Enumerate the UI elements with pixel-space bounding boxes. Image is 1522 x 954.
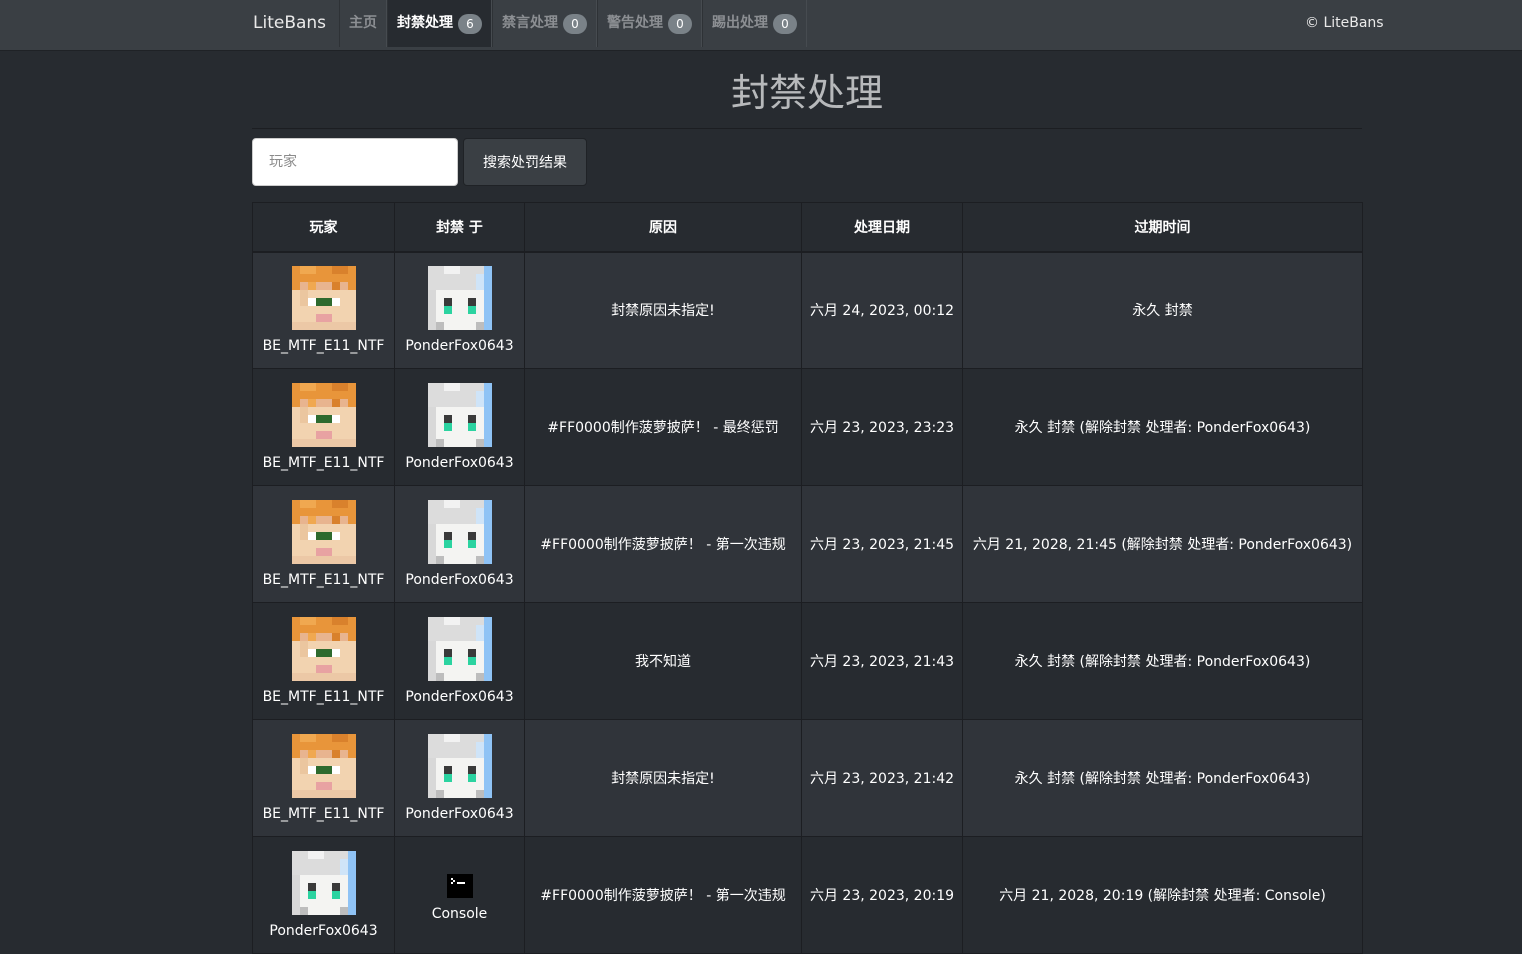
copyright-text: © LiteBans (1305, 15, 1384, 31)
orange-hair-skin-icon (291, 500, 356, 564)
nav-item-label: 封禁处理 (397, 15, 453, 31)
banned-by-cell[interactable]: PonderFox0643 (394, 719, 525, 837)
expires-cell: 永久 封禁 (解除封禁 处理者: PonderFox0643) (962, 602, 1363, 720)
expires-cell: 永久 封禁 (解除封禁 处理者: PonderFox0643) (962, 368, 1363, 486)
reason-cell: 封禁原因未指定! (524, 251, 802, 369)
column-header-banned-by: 封禁 于 (394, 202, 525, 253)
player-name: BE_MTF_E11_NTF (262, 455, 385, 471)
reason-cell: #FF0000制作菠萝披萨！ - 第一次违规 (524, 485, 802, 603)
nav-item-label: 警告处理 (607, 15, 663, 31)
count-badge: 0 (563, 13, 587, 34)
top-navbar: LiteBans 主页 封禁处理 6 禁言处理 0 警告处理 0 踢出处理 0 … (0, 0, 1522, 51)
orange-hair-skin-icon (291, 383, 356, 447)
column-header-player: 玩家 (252, 202, 395, 253)
table-row[interactable]: BE_MTF_E11_NTF PonderFox0643 #FF0000制作菠萝披… (252, 485, 1363, 603)
player-search-input[interactable] (252, 138, 458, 186)
banned-by-cell[interactable]: PonderFox0643 (394, 368, 525, 486)
table-row[interactable]: BE_MTF_E11_NTF PonderFox0643 #FF0000制作菠萝披… (252, 368, 1363, 486)
table-row[interactable]: BE_MTF_E11_NTF PonderFox0643 我不知道 六月 23, 2… (252, 602, 1363, 720)
player-cell[interactable]: BE_MTF_E11_NTF (252, 251, 395, 369)
reason-cell: #FF0000制作菠萝披萨！ - 最终惩罚 (524, 368, 802, 486)
player-cell[interactable]: PonderFox0643 (252, 836, 395, 954)
table-row[interactable]: BE_MTF_E11_NTF PonderFox0643 封禁原因未指定! 六月 2… (252, 251, 1363, 369)
nav-item-kicks[interactable]: 踢出处理 0 (702, 0, 807, 47)
player-name: BE_MTF_E11_NTF (262, 806, 385, 822)
orange-hair-skin-icon (291, 617, 356, 681)
expires-cell: 永久 封禁 (解除封禁 处理者: PonderFox0643) (962, 719, 1363, 837)
white-hair-skin-icon (427, 500, 492, 564)
white-hair-skin-icon (427, 734, 492, 798)
player-name: PonderFox0643 (269, 923, 378, 939)
nav-item-home[interactable]: 主页 (339, 0, 387, 47)
console-icon (446, 874, 473, 898)
banned-by-name: PonderFox0643 (405, 338, 514, 355)
expires-cell: 六月 21, 2028, 21:45 (解除封禁 处理者: PonderFox0… (962, 485, 1363, 603)
nav-tabs: 主页 封禁处理 6 禁言处理 0 警告处理 0 踢出处理 0 (339, 0, 807, 47)
expires-cell: 六月 21, 2028, 20:19 (解除封禁 处理者: Console) (962, 836, 1363, 954)
player-cell[interactable]: BE_MTF_E11_NTF (252, 368, 395, 486)
date-cell: 六月 23, 2023, 20:19 (801, 836, 963, 954)
player-name: BE_MTF_E11_NTF (262, 338, 385, 355)
white-hair-skin-icon (427, 266, 492, 331)
banned-by-cell[interactable]: PonderFox0643 (394, 602, 525, 720)
orange-hair-skin-icon (291, 266, 356, 331)
nav-item-bans[interactable]: 封禁处理 6 (387, 0, 492, 47)
table-header-row: 玩家 封禁 于 原因 处理日期 过期时间 (252, 202, 1363, 253)
banned-by-name: PonderFox0643 (405, 806, 514, 822)
expires-cell: 永久 封禁 (962, 251, 1363, 369)
date-cell: 六月 23, 2023, 23:23 (801, 368, 963, 486)
column-header-reason: 原因 (524, 202, 802, 253)
nav-item-label: 禁言处理 (502, 15, 558, 31)
table-body: BE_MTF_E11_NTF PonderFox0643 封禁原因未指定! 六月 2… (252, 251, 1363, 954)
table-row[interactable]: BE_MTF_E11_NTF PonderFox0643 封禁原因未指定! 六月 2… (252, 719, 1363, 837)
white-hair-skin-icon (427, 617, 492, 681)
bans-table: 玩家 封禁 于 原因 处理日期 过期时间 BE_MTF_E11_NTF Pond… (252, 202, 1363, 954)
player-name: BE_MTF_E11_NTF (262, 572, 385, 588)
date-cell: 六月 24, 2023, 00:12 (801, 251, 963, 369)
reason-cell: 封禁原因未指定! (524, 719, 802, 837)
count-badge: 0 (773, 13, 797, 34)
nav-item-label: 主页 (349, 15, 377, 31)
banned-by-name: PonderFox0643 (405, 689, 514, 705)
nav-item-warnings[interactable]: 警告处理 0 (597, 0, 702, 47)
page-title: 封禁处理 (252, 64, 1362, 129)
brand-logo[interactable]: LiteBans (253, 0, 326, 47)
table-row[interactable]: PonderFox0643 Console #FF0000制作菠萝披萨！ - 第一… (252, 836, 1363, 954)
search-button[interactable]: 搜索处罚结果 (463, 138, 587, 186)
orange-hair-skin-icon (291, 734, 356, 798)
player-cell[interactable]: BE_MTF_E11_NTF (252, 719, 395, 837)
player-name: BE_MTF_E11_NTF (262, 689, 385, 705)
date-cell: 六月 23, 2023, 21:45 (801, 485, 963, 603)
date-cell: 六月 23, 2023, 21:42 (801, 719, 963, 837)
column-header-date: 处理日期 (801, 202, 963, 253)
date-cell: 六月 23, 2023, 21:43 (801, 602, 963, 720)
banned-by-cell[interactable]: PonderFox0643 (394, 251, 525, 369)
count-badge: 0 (668, 13, 692, 34)
banned-by-name: PonderFox0643 (405, 572, 514, 588)
player-cell[interactable]: BE_MTF_E11_NTF (252, 485, 395, 603)
column-header-expires: 过期时间 (962, 202, 1363, 253)
nav-item-label: 踢出处理 (712, 15, 768, 31)
nav-item-mutes[interactable]: 禁言处理 0 (492, 0, 597, 47)
white-hair-skin-icon (291, 851, 356, 915)
white-hair-skin-icon (427, 383, 492, 447)
player-cell[interactable]: BE_MTF_E11_NTF (252, 602, 395, 720)
banned-by-name: Console (431, 906, 488, 922)
reason-cell: #FF0000制作菠萝披萨！ - 第一次违规 (524, 836, 802, 954)
banned-by-name: PonderFox0643 (405, 455, 514, 471)
reason-cell: 我不知道 (524, 602, 802, 720)
count-badge: 6 (458, 13, 482, 34)
banned-by-cell[interactable]: Console (394, 836, 525, 954)
banned-by-cell[interactable]: PonderFox0643 (394, 485, 525, 603)
